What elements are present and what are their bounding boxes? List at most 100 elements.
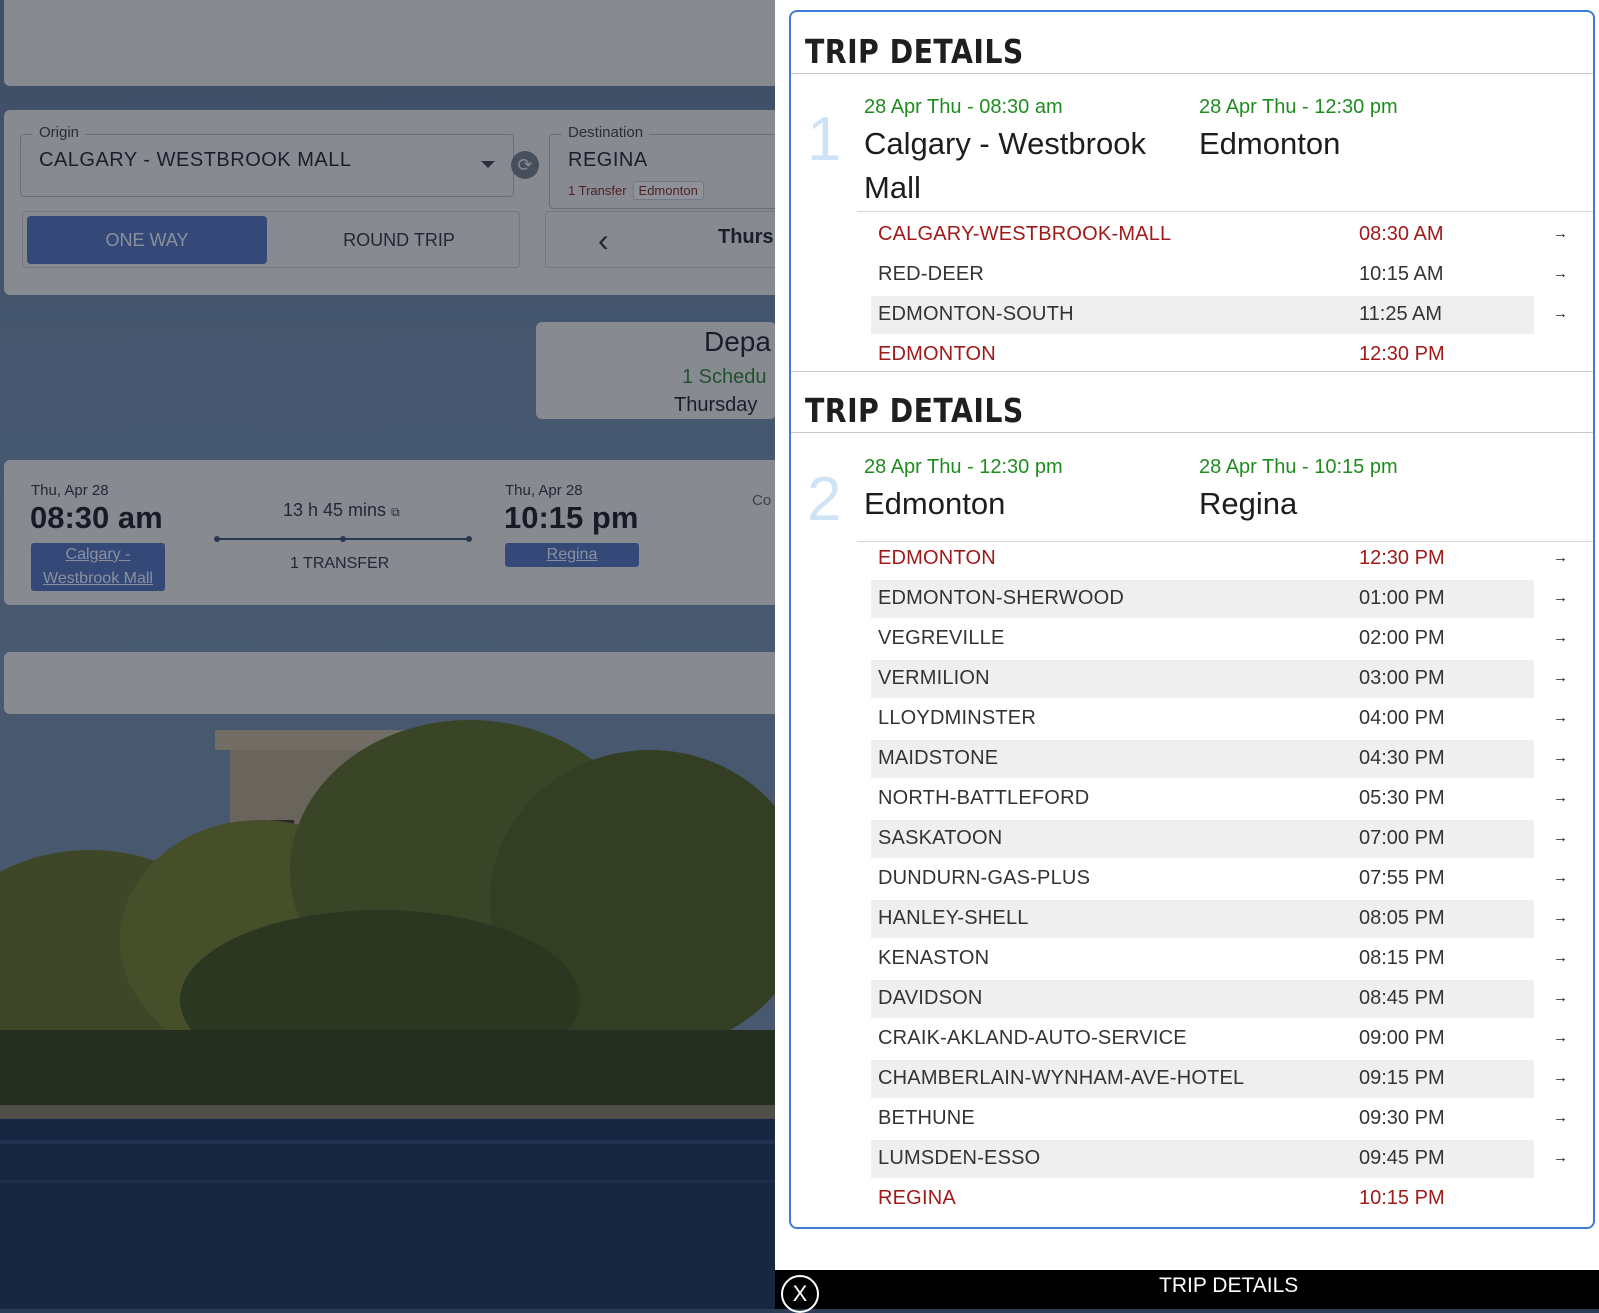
stop-row: LUMSDEN-ESSO 09:45 PM (871, 1140, 1534, 1178)
stop-name: DAVIDSON (878, 987, 983, 1009)
stop-time: 02:00 PM (1359, 627, 1445, 649)
arrow-right-icon[interactable]: → (1553, 225, 1568, 242)
origin-value: CALGARY - WESTBROOK MALL (39, 149, 352, 171)
arrow-right-icon[interactable]: → (1553, 949, 1568, 966)
swap-icon[interactable]: ⟳ (511, 151, 539, 179)
stop-name: EDMONTON-SOUTH (878, 303, 1074, 325)
destination-field[interactable]: Destination REGINA 1 Transfer Edmonton (549, 124, 775, 209)
stop-time: 11:25 AM (1359, 303, 1443, 325)
destination-legend: Destination (562, 124, 650, 141)
stop-row: DUNDURN-GAS-PLUS 07:55 PM (871, 860, 1534, 898)
arrive-date: Thu, Apr 28 (505, 482, 583, 499)
leg-1-number: 1 (807, 105, 842, 174)
leg-2-title: TRIP DETAILS (805, 391, 1024, 430)
stop-time: 07:00 PM (1359, 827, 1445, 849)
stop-row: BETHUNE 09:30 PM (871, 1100, 1534, 1138)
departure-day: Thursday (674, 394, 758, 416)
chevron-left-icon[interactable]: ‹ (598, 222, 609, 259)
arrow-right-icon[interactable]: → (1553, 1069, 1568, 1086)
stop-row: VEGREVILLE 02:00 PM (871, 620, 1534, 658)
arrow-right-icon[interactable]: → (1553, 265, 1568, 282)
schedule-count: 1 Schedu (682, 366, 767, 388)
origin-field[interactable]: Origin CALGARY - WESTBROOK MALL (20, 124, 514, 197)
arrow-right-icon[interactable]: → (1553, 1149, 1568, 1166)
stop-time: 08:45 PM (1359, 987, 1445, 1009)
arrow-right-icon[interactable]: → (1553, 789, 1568, 806)
date-selector: ‹ Thurs (545, 211, 775, 268)
arrow-right-icon[interactable]: → (1553, 549, 1568, 566)
round-trip-button[interactable]: ROUND TRIP (279, 216, 519, 264)
divider (791, 432, 1593, 433)
stop-name: HANLEY-SHELL (878, 907, 1029, 929)
arrow-right-icon[interactable]: → (1553, 669, 1568, 686)
stop-row: EDMONTON-SOUTH 11:25 AM (871, 296, 1534, 334)
stop-name: VERMILION (878, 667, 990, 689)
route-end-dot (466, 536, 472, 542)
trip-type-toggle: ONE WAY ROUND TRIP (22, 211, 520, 268)
leg-2-number: 2 (807, 465, 842, 534)
divider (857, 211, 1593, 212)
arrow-right-icon[interactable]: → (1553, 589, 1568, 606)
co-label: Co (752, 492, 772, 509)
leg-1-title: TRIP DETAILS (805, 32, 1024, 71)
stop-name: DUNDURN-GAS-PLUS (878, 867, 1091, 889)
leg-1-depart-city: Calgary - Westbrook Mall (864, 126, 1146, 205)
background-photo (0, 700, 775, 1309)
stop-row: CALGARY-WESTBROOK-MALL 08:30 AM (871, 216, 1534, 254)
departure-summary: Depa 1 Schedu Thursday (536, 322, 775, 419)
stop-name: KENASTON (878, 947, 990, 969)
filter-bar (4, 652, 775, 714)
depart-time: 08:30 am (30, 500, 163, 535)
transfer-city-chip: Edmonton (632, 181, 704, 200)
leg-2-depart-city: Edmonton (864, 486, 1006, 521)
divider (791, 73, 1593, 74)
stop-time: 08:15 PM (1359, 947, 1445, 969)
depart-station-link[interactable]: Calgary - Westbrook Mall (31, 543, 165, 591)
transfer-note: 1 Transfer Edmonton (568, 181, 704, 200)
one-way-button[interactable]: ONE WAY (27, 216, 267, 264)
stop-time: 10:15 PM (1359, 1187, 1445, 1209)
stop-row: EDMONTON 12:30 PM (871, 540, 1534, 578)
stop-row: NORTH-BATTLEFORD 05:30 PM (871, 780, 1534, 818)
arrow-right-icon[interactable]: → (1553, 829, 1568, 846)
caret-down-icon[interactable] (481, 161, 495, 168)
stop-time: 09:00 PM (1359, 1027, 1445, 1049)
stop-name: SASKATOON (878, 827, 1003, 849)
depart-date: Thu, Apr 28 (31, 482, 109, 499)
leg-1-arrive-city: Edmonton (1199, 126, 1341, 161)
arrow-right-icon[interactable]: → (1553, 709, 1568, 726)
arrive-station-link[interactable]: Regina (505, 543, 639, 567)
stop-name: REGINA (878, 1187, 956, 1209)
stop-name: CHAMBERLAIN-WYNHAM-AVE-HOTEL (878, 1067, 1245, 1089)
stop-name: BETHUNE (878, 1107, 975, 1129)
stop-name: NORTH-BATTLEFORD (878, 787, 1090, 809)
stop-name: MAIDSTONE (878, 747, 999, 769)
divider (791, 371, 1593, 372)
external-link-icon[interactable]: ⧉ (391, 505, 400, 519)
date-label: Thurs (718, 226, 774, 248)
close-icon[interactable]: X (781, 1275, 819, 1313)
leg-2-arrive-datetime: 28 Apr Thu - 10:15 pm (1199, 456, 1398, 478)
arrive-time: 10:15 pm (504, 500, 639, 535)
arrow-right-icon[interactable]: → (1553, 1109, 1568, 1126)
stop-name: VEGREVILLE (878, 627, 1005, 649)
arrow-right-icon[interactable]: → (1553, 1029, 1568, 1046)
arrow-right-icon[interactable]: → (1553, 869, 1568, 886)
stop-name: EDMONTON (878, 343, 996, 365)
arrow-right-icon[interactable]: → (1553, 629, 1568, 646)
transfer-count: 1 TRANSFER (290, 555, 390, 572)
destination-value: REGINA (568, 149, 648, 171)
arrow-right-icon[interactable]: → (1553, 909, 1568, 926)
arrow-right-icon[interactable]: → (1553, 749, 1568, 766)
footer-title: TRIP DETAILS (1159, 1274, 1299, 1297)
stop-row: CHAMBERLAIN-WYNHAM-AVE-HOTEL 09:15 PM (871, 1060, 1534, 1098)
stop-row: VERMILION 03:00 PM (871, 660, 1534, 698)
arrow-right-icon[interactable]: → (1553, 989, 1568, 1006)
stop-name: LUMSDEN-ESSO (878, 1147, 1041, 1169)
stop-row: EDMONTON-SHERWOOD 01:00 PM (871, 580, 1534, 618)
result-card[interactable]: Thu, Apr 28 08:30 am Calgary - Westbrook… (4, 460, 775, 605)
stop-row: EDMONTON 12:30 PM (871, 336, 1534, 374)
stop-time: 12:30 PM (1359, 343, 1445, 365)
arrow-right-icon[interactable]: → (1553, 305, 1568, 322)
modal-footer-bar: X TRIP DETAILS (775, 1270, 1599, 1313)
